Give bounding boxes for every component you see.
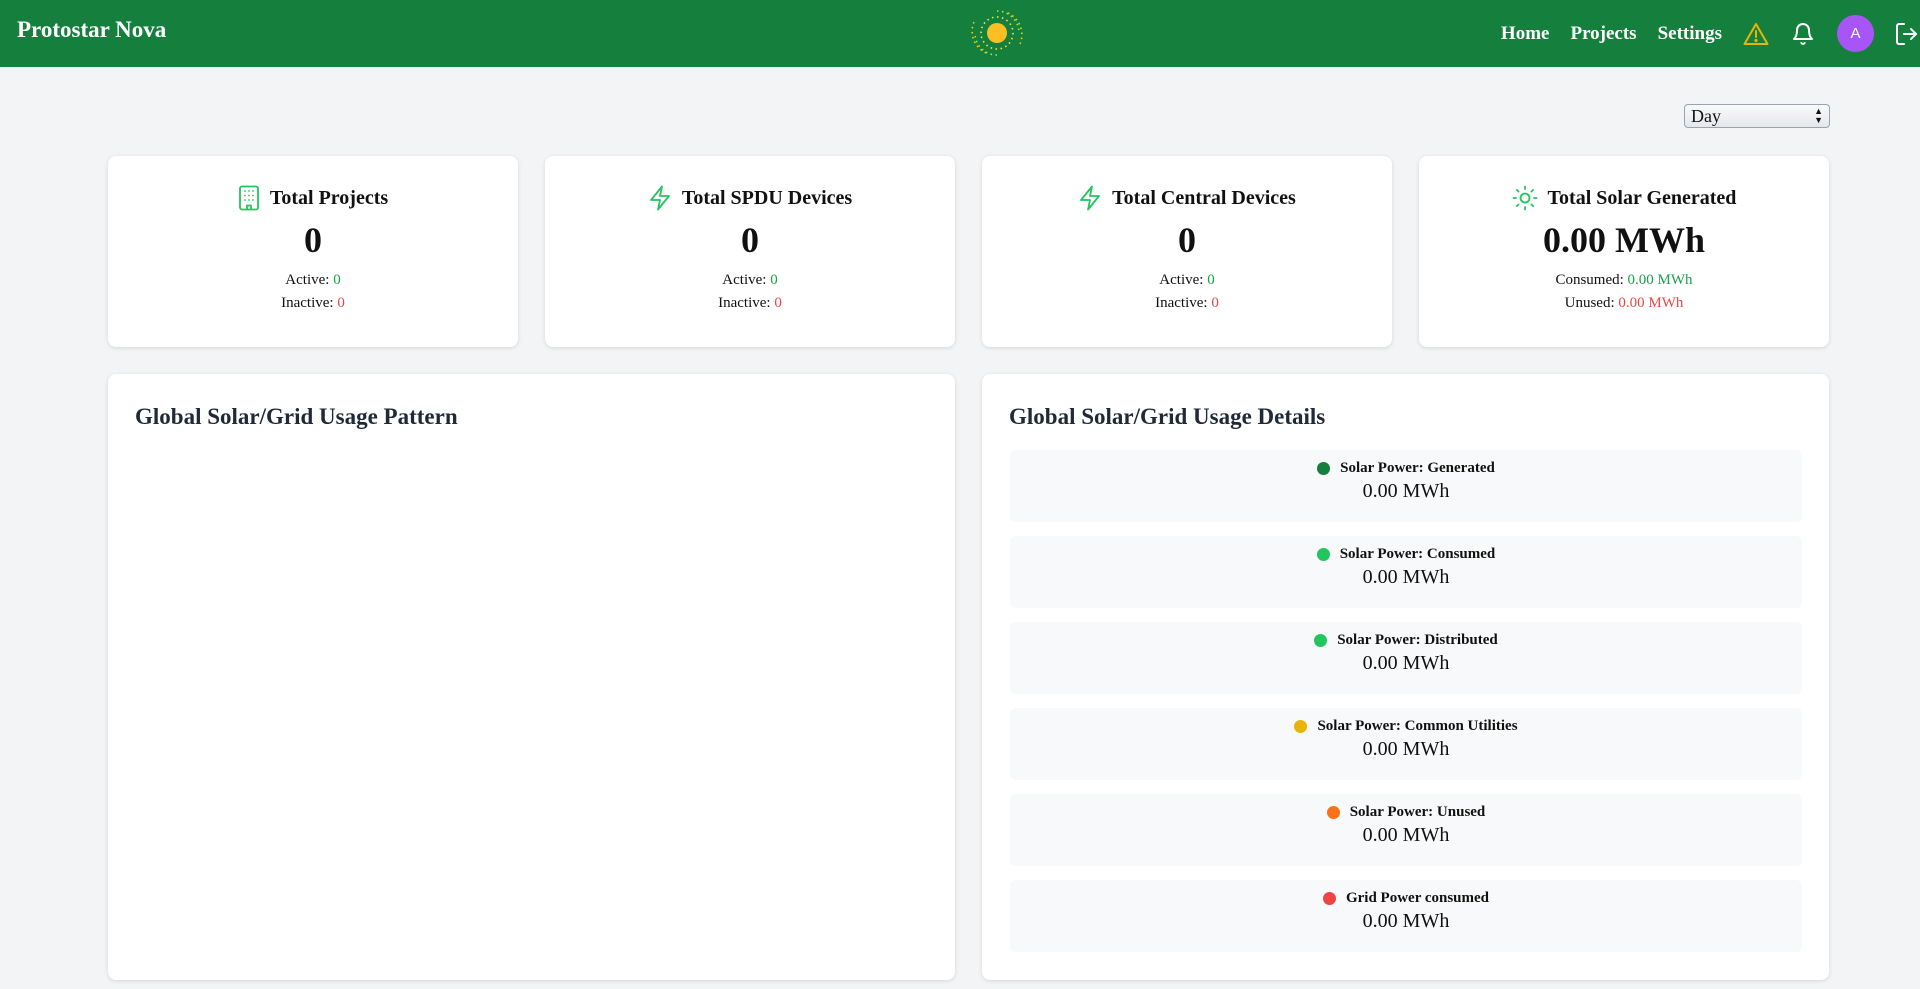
detail-value: 0.00 MWh xyxy=(1362,738,1450,760)
detail-label: Solar Power: Generated xyxy=(1340,460,1495,476)
stat-title: Total Projects xyxy=(269,186,389,209)
stat-inactive-value: 0 xyxy=(337,295,345,311)
user-avatar[interactable]: A xyxy=(1837,15,1874,52)
detail-value: 0.00 MWh xyxy=(1362,566,1450,588)
detail-label: Solar Power: Consumed xyxy=(1339,546,1496,562)
bell-icon[interactable] xyxy=(1791,21,1815,47)
detail-value: 0.00 MWh xyxy=(1362,824,1450,846)
legend-dot xyxy=(1317,462,1331,475)
main-nav: Home Projects Settings A xyxy=(1501,0,1920,67)
stat-active-value: 0 xyxy=(1207,272,1215,288)
stat-value: 0 xyxy=(1178,220,1196,260)
detail-grid-consumed: Grid Power consumed 0.00 MWh xyxy=(1010,880,1802,952)
stat-active-value: 0 xyxy=(770,272,778,288)
lightning-icon xyxy=(1080,185,1101,211)
select-arrows-icon: ▲ ▼ xyxy=(1814,106,1823,125)
stat-unused-label: Unused: xyxy=(1564,295,1615,311)
legend-dot xyxy=(1316,548,1330,561)
logout-icon[interactable] xyxy=(1894,21,1920,47)
detail-solar-generated: Solar Power: Generated 0.00 MWh xyxy=(1010,450,1802,522)
detail-value: 0.00 MWh xyxy=(1362,652,1450,674)
nav-settings[interactable]: Settings xyxy=(1658,23,1722,45)
stat-title: Total SPDU Devices xyxy=(681,186,853,209)
stat-active-value: 0 xyxy=(333,272,341,288)
lightning-icon xyxy=(649,185,670,211)
stat-card-total-solar-generated: Total Solar Generated 0.00 MWh Consumed:… xyxy=(1419,156,1829,347)
detail-label: Solar Power: Distributed xyxy=(1337,632,1498,648)
stat-value: 0 xyxy=(304,220,322,260)
stat-card-total-spdu-devices: Total SPDU Devices 0 Active: 0 Inactive:… xyxy=(545,156,955,347)
stat-card-total-central-devices: Total Central Devices 0 Active: 0 Inacti… xyxy=(982,156,1392,347)
usage-details-title: Global Solar/Grid Usage Details xyxy=(1009,404,1326,429)
time-range-select[interactable]: Day ▲ ▼ xyxy=(1684,104,1830,128)
detail-solar-common-utilities: Solar Power: Common Utilities 0.00 MWh xyxy=(1010,708,1802,780)
stat-inactive-label: Inactive: xyxy=(281,295,334,311)
detail-label: Grid Power consumed xyxy=(1345,890,1490,906)
stat-consumed-value: 0.00 MWh xyxy=(1627,272,1693,288)
usage-pattern-panel: Global Solar/Grid Usage Pattern xyxy=(108,374,955,980)
stat-value: 0.00 MWh xyxy=(1543,220,1705,260)
legend-dot xyxy=(1326,806,1340,819)
legend-dot xyxy=(1294,720,1308,733)
detail-label: Solar Power: Common Utilities xyxy=(1317,718,1518,734)
warning-icon[interactable] xyxy=(1743,22,1769,46)
stat-card-total-projects: Total Projects 0 Active: 0 Inactive: 0 xyxy=(108,156,518,347)
stat-inactive-value: 0 xyxy=(774,295,782,311)
detail-solar-unused: Solar Power: Unused 0.00 MWh xyxy=(1010,794,1802,866)
detail-value: 0.00 MWh xyxy=(1362,480,1450,502)
detail-solar-distributed: Solar Power: Distributed 0.00 MWh xyxy=(1010,622,1802,694)
legend-dot xyxy=(1322,892,1336,905)
building-icon xyxy=(238,185,259,211)
stat-inactive-value: 0 xyxy=(1211,295,1219,311)
stat-inactive-label: Inactive: xyxy=(1155,295,1208,311)
stat-consumed-label: Consumed: xyxy=(1555,272,1624,288)
stat-value: 0 xyxy=(741,220,759,260)
nav-home[interactable]: Home xyxy=(1501,23,1550,45)
stat-title: Total Central Devices xyxy=(1112,186,1296,209)
usage-pattern-title: Global Solar/Grid Usage Pattern xyxy=(135,404,458,429)
sun-icon xyxy=(1512,185,1537,211)
legend-dot xyxy=(1314,634,1328,647)
time-range-value: Day xyxy=(1691,105,1721,126)
stat-inactive-label: Inactive: xyxy=(718,295,771,311)
stat-active-label: Active: xyxy=(722,272,767,288)
stat-unused-value: 0.00 MWh xyxy=(1618,295,1684,311)
detail-value: 0.00 MWh xyxy=(1362,910,1450,932)
stat-active-label: Active: xyxy=(1159,272,1204,288)
sun-logo-icon xyxy=(971,10,1023,56)
top-navigation-bar: Protostar Nova Home Projects Settings A xyxy=(0,0,1920,67)
nav-projects[interactable]: Projects xyxy=(1570,23,1636,45)
detail-solar-consumed: Solar Power: Consumed 0.00 MWh xyxy=(1010,536,1802,608)
stat-title: Total Solar Generated xyxy=(1547,186,1737,209)
stat-active-label: Active: xyxy=(285,272,330,288)
detail-label: Solar Power: Unused xyxy=(1349,804,1486,820)
brand-name[interactable]: Protostar Nova xyxy=(17,17,166,43)
